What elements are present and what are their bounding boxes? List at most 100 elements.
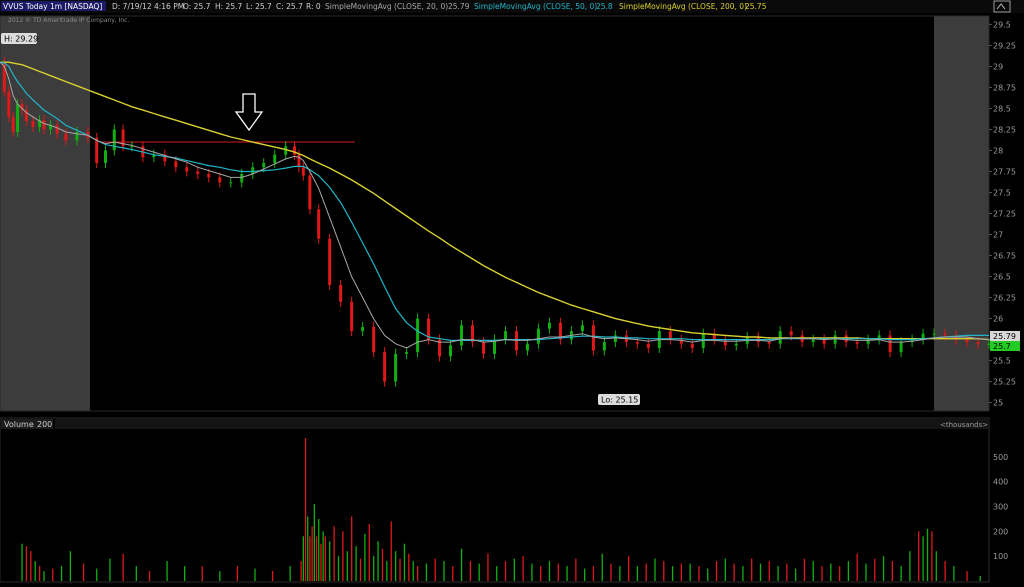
volume-bar — [918, 531, 920, 581]
candle-body — [394, 353, 398, 382]
volume-bar — [724, 558, 726, 581]
candle-body — [591, 325, 595, 351]
price-tick-label: 25 — [993, 399, 1003, 408]
candle-body — [240, 174, 244, 183]
volume-bar — [148, 571, 151, 581]
candle-body — [976, 342, 980, 344]
volume-bar — [355, 546, 357, 581]
candle-body — [64, 133, 68, 141]
volume-bar — [236, 566, 239, 581]
volume-bar — [566, 566, 568, 581]
price-tick-label: 29.5 — [993, 20, 1011, 29]
volume-bar — [865, 563, 867, 581]
volume-bar — [425, 563, 428, 581]
last-sma-tag: 25.79 — [990, 331, 1020, 341]
candle-body — [833, 335, 837, 344]
sma20-legend: SimpleMovingAvg (CLOSE, 20, 0) — [325, 2, 448, 11]
volume-bar — [900, 566, 902, 581]
volume-bar — [254, 568, 256, 581]
volume-bar — [540, 566, 542, 581]
price-tick-label: 27.75 — [993, 167, 1016, 176]
volume-bar — [909, 551, 911, 581]
volume-bar — [96, 568, 98, 581]
price-tick-label: 25.25 — [993, 378, 1016, 387]
candle-body — [888, 335, 892, 353]
volume-bar — [364, 533, 366, 581]
volume-bar — [82, 563, 85, 581]
volume-bar — [689, 563, 691, 581]
volume-bar — [311, 526, 313, 581]
volume-bar — [452, 566, 454, 581]
candle-body — [789, 331, 793, 336]
volume-bar — [821, 566, 823, 581]
volume-bar — [309, 536, 311, 581]
volume-bar — [548, 561, 551, 581]
price-tick-label: 29 — [993, 62, 1003, 71]
candle-body — [646, 343, 650, 348]
candle-body — [482, 342, 486, 354]
volume-bar — [320, 543, 322, 581]
volume-bar — [289, 566, 291, 581]
volume-bar — [304, 438, 307, 581]
price-tick-label: 28 — [993, 146, 1003, 155]
symbol-text[interactable]: VVUS Today 1m [NASDAQ] — [3, 2, 102, 11]
volume-bar — [671, 566, 674, 581]
volume-bar — [979, 576, 981, 581]
candle-body — [301, 167, 305, 176]
volume-bar — [271, 571, 274, 581]
candle-body — [613, 335, 617, 343]
volume-bar — [953, 566, 955, 581]
volume-bar — [931, 531, 933, 581]
volume-bar — [219, 571, 221, 581]
price-tick-label: 29.25 — [993, 41, 1016, 50]
volume-bar — [636, 566, 639, 581]
volume-bar — [351, 516, 353, 581]
price-tick-label: 26 — [993, 315, 1003, 324]
candle-body — [932, 333, 936, 335]
candle-body — [350, 301, 354, 332]
volume-bar — [307, 516, 309, 581]
candle-body — [130, 146, 134, 148]
candle-body — [361, 326, 365, 332]
volume-bar — [830, 563, 832, 581]
volume-bar — [759, 563, 762, 581]
candle-body — [503, 331, 507, 340]
price-tick-label: 28.5 — [993, 104, 1011, 113]
candle-body — [965, 339, 969, 343]
candle-body — [174, 161, 178, 168]
candle-body — [273, 154, 277, 164]
volume-bar — [201, 566, 203, 581]
volume-bar — [342, 531, 344, 581]
volume-bar — [460, 548, 463, 581]
candle-body — [635, 342, 639, 344]
candle-body — [449, 345, 453, 357]
volume-period[interactable]: 200 — [37, 420, 52, 429]
volume-bar — [324, 536, 326, 581]
volume-bar — [381, 548, 384, 581]
candle-body — [11, 116, 15, 132]
volume-bar — [522, 556, 524, 581]
candle-body — [602, 342, 606, 351]
volume-bar — [627, 556, 630, 581]
price-tick-label: 26.75 — [993, 252, 1016, 261]
volume-bar — [377, 541, 379, 581]
candle-body — [767, 342, 771, 344]
volume-bar — [768, 561, 770, 581]
low-label: Lo: 25.15 — [598, 394, 640, 405]
volume-bar — [513, 558, 515, 581]
volume-bar — [926, 528, 929, 581]
date-text: D: 7/19/12 4:16 PM — [112, 2, 184, 11]
sma20-value: 25.79 — [448, 2, 470, 11]
candle-body — [723, 339, 727, 346]
volume-bar — [812, 561, 814, 581]
candle-body — [308, 175, 312, 210]
last-price-tag: 25.7 — [990, 341, 1020, 351]
afterhours-shading — [934, 16, 989, 411]
volume-bar — [346, 551, 348, 581]
volume-units: <thousands> — [940, 421, 988, 429]
close-text: C: 25.7 — [276, 2, 303, 11]
volume-bar — [487, 553, 489, 581]
volume-bar — [412, 561, 414, 581]
volume-title[interactable]: Volume — [4, 420, 34, 429]
volume-bar — [399, 558, 401, 581]
